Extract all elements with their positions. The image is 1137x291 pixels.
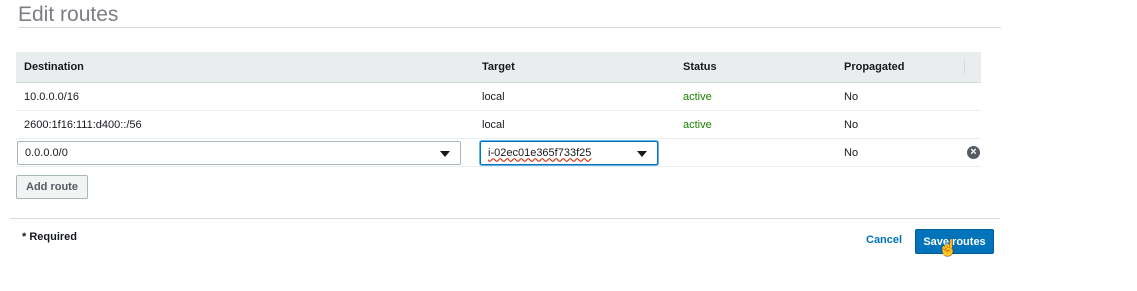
row-propagated: No [836, 138, 956, 167]
table-row-editable: 0.0.0.0/0 i-02ec01e365f733f25 No × [16, 138, 981, 167]
row-actions: × [956, 138, 981, 167]
header-propagated[interactable]: Propagated [836, 52, 956, 83]
destination-select-value: 0.0.0.0/0 [25, 146, 68, 159]
header-status[interactable]: Status [675, 52, 836, 83]
header-actions [956, 52, 981, 83]
row-actions [956, 82, 981, 111]
row-propagated: No [836, 110, 956, 139]
cancel-button[interactable]: Cancel [866, 234, 902, 246]
row-status: active [675, 110, 836, 139]
title-divider [18, 27, 1001, 28]
header-target[interactable]: Target [474, 52, 675, 83]
table-row: 10.0.0.0/16 local active No [16, 82, 981, 111]
close-circle-icon[interactable]: × [967, 146, 980, 159]
destination-cell: 0.0.0.0/0 [16, 138, 474, 167]
row-target: local [474, 82, 675, 111]
destination-select[interactable]: 0.0.0.0/0 [17, 140, 461, 165]
caret-down-icon [440, 150, 450, 157]
row-propagated: No [836, 82, 956, 111]
caret-down-icon [637, 150, 647, 157]
footer-divider [10, 218, 1000, 219]
target-select-value: i-02ec01e365f733f25 [488, 146, 592, 159]
row-destination: 10.0.0.0/16 [16, 82, 474, 111]
row-target: local [474, 110, 675, 139]
required-note: * Required [22, 231, 78, 243]
page-title: Edit routes [18, 3, 119, 26]
header-separator [964, 59, 965, 75]
row-destination: 2600:1f16:111:d400::/56 [16, 110, 474, 139]
table-row: 2600:1f16:111:d400::/56 local active No [16, 110, 981, 139]
row-status [675, 138, 836, 167]
add-route-button[interactable]: Add route [16, 175, 88, 199]
table-header-row: Destination Target Status Propagated [16, 52, 981, 83]
row-status: active [675, 82, 836, 111]
target-select[interactable]: i-02ec01e365f733f25 [480, 140, 658, 165]
routes-table: Destination Target Status Propagated 10.… [16, 52, 981, 167]
hand-pointer-icon: ☝ [938, 240, 958, 257]
target-cell: i-02ec01e365f733f25 [474, 138, 675, 167]
row-actions [956, 110, 981, 139]
header-destination[interactable]: Destination [16, 52, 474, 83]
